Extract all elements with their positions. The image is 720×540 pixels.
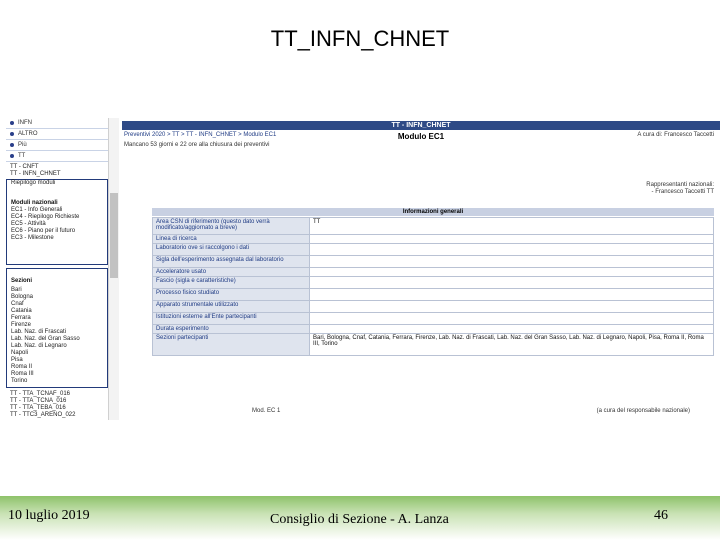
form-row: Laboratorio ove si raccolgono i dati [152,243,714,256]
footer-date: 10 luglio 2019 [8,508,90,523]
modulo-link[interactable]: EC1 - Info Generali [7,207,107,214]
field-label: Linea di ricerca [152,234,310,244]
sezione-link[interactable]: Roma II [7,364,107,371]
field-value[interactable] [309,288,714,301]
sezione-link[interactable]: Bologna [7,294,107,301]
modulo-link[interactable]: EC4 - Riepilogo Richieste [7,214,107,221]
form-row: Sezioni partecipanti Bari, Bologna, Cnaf,… [152,333,714,356]
module-footer-left: Mod. EC 1 [252,408,281,414]
field-label: Laboratorio ove si raccolgono i dati [152,243,310,256]
field-label: Apparato strumentale utilizzato [152,300,310,313]
sezione-link[interactable]: Cnaf [7,301,107,308]
modulo-link[interactable]: EC5 - Attività [7,221,107,228]
page-number: 46 [654,508,668,523]
sezione-link[interactable]: Lab. Naz. di Legnaro [7,343,107,350]
sezione-link[interactable]: Bari [7,287,107,294]
scroll-thumb[interactable] [110,193,118,278]
tree-item[interactable]: TT - CNFT [6,164,108,171]
field-label: Fascio (sigla e caratteristiche) [152,276,310,289]
rappresentanti-name: - Francesco Taccetti TT [651,189,714,195]
sezione-link[interactable]: Napoli [7,350,107,357]
acura-label: A cura di: Francesco Taccetti [637,132,714,138]
field-label: Sigla dell'esperimento assegnata dal lab… [152,255,310,268]
form-row: Area CSN di riferimento (questo dato ver… [152,217,714,235]
sezioni-title: Sezioni [11,278,33,284]
field-value[interactable] [309,300,714,313]
nav-item-label: ALTRO [18,131,38,137]
bullet-icon [10,121,14,125]
footer-center: Consiglio di Sezione - A. Lanza [270,512,449,527]
riepilogo-link[interactable]: Riepilogo moduli [7,180,107,187]
sezione-link[interactable]: Roma III [7,371,107,378]
nav-item[interactable]: TT [6,151,108,162]
field-value[interactable] [309,255,714,268]
rappresentanti: Rappresentanti nazionali: - Francesco Ta… [646,182,714,196]
field-label: Sezioni partecipanti [152,333,310,356]
form-row: Processo fisico studiato [152,288,714,301]
field-label: Processo fisico studiato [152,288,310,301]
field-value[interactable]: Bari, Bologna, Cnaf, Catania, Ferrara, F… [309,333,714,356]
tt-item[interactable]: TT - TTA_TEBA_016 [6,405,108,412]
top-bar: TT - INFN_CHNET [122,121,720,130]
sezione-link[interactable]: Ferrara [7,315,107,322]
screenshot-panel: INFN ALTRO Più TT TT - CNFT TT - INFN_CHNET… [6,118,720,420]
rappresentanti-title: Rappresentanti nazionali: [646,182,714,188]
field-value[interactable] [309,234,714,244]
field-label: Area CSN di riferimento (questo dato ver… [152,217,310,235]
modulo-link[interactable]: EC6 - Piano per il futuro [7,228,107,235]
modulo-link[interactable]: EC3 - Milestone [7,235,107,242]
sezione-link[interactable]: Catania [7,308,107,315]
sezione-link[interactable]: Pisa [7,357,107,364]
form-row: Fascio (sigla e caratteristiche) [152,276,714,289]
nav-item-label: Più [18,142,27,148]
field-label: Istituzioni esterne all'Ente partecipant… [152,312,310,325]
moduli-title: Moduli nazionali [11,200,58,206]
tt-item[interactable]: TT - TTC3_ARENO_022 [6,412,108,419]
field-value[interactable] [309,324,714,334]
tt-item[interactable]: TT - TTA_TCNAF_016 [6,391,108,398]
slide-footer: 10 luglio 2019 Consiglio di Sezione - A.… [0,496,720,540]
field-label: Durata esperimento [152,324,310,334]
sidebar-scrollbar[interactable] [109,118,119,420]
nav-item-label: INFN [18,120,32,126]
field-value[interactable] [309,267,714,277]
moduli-box: Riepilogo moduli Moduli nazionali EC1 - … [6,179,108,265]
nav-item[interactable]: ALTRO [6,129,108,140]
bullet-icon [10,132,14,136]
info-header: Informazioni generali [152,208,714,216]
sezione-link[interactable]: Lab. Naz. di Frascati [7,329,107,336]
sidebar: INFN ALTRO Più TT TT - CNFT TT - INFN_CHNET… [6,118,109,420]
field-value[interactable] [309,276,714,289]
form-row: Acceleratore usato [152,267,714,277]
nav-item[interactable]: INFN [6,118,108,129]
breadcrumb[interactable]: Preventivi 2020 > TT > TT - INFN_CHNET >… [124,132,276,138]
tt-item[interactable]: TT - TTA_TCNA_016 [6,398,108,405]
form-row: Durata esperimento [152,324,714,334]
info-form: Area CSN di riferimento (questo dato ver… [152,217,714,356]
sezioni-box: Sezioni Bari Bologna Cnaf Catania Ferrara Fir… [6,268,108,388]
nav-item[interactable]: Più [6,140,108,151]
bullet-icon [10,154,14,158]
sezione-link[interactable]: Torino [7,378,107,385]
field-label: Acceleratore usato [152,267,310,277]
bullet-icon [10,143,14,147]
sezione-link[interactable]: Lab. Naz. del Gran Sasso [7,336,107,343]
field-value[interactable] [309,243,714,256]
nav-item-label: TT [18,153,26,159]
form-row: Istituzioni esterne all'Ente partecipant… [152,312,714,325]
tree-item[interactable]: TT - INFN_CHNET [6,171,108,178]
field-value[interactable] [309,312,714,325]
slide-title: TT_INFN_CHNET [270,26,450,51]
form-row: Apparato strumentale utilizzato [152,300,714,313]
form-row: Sigla dell'esperimento assegnata dal lab… [152,255,714,268]
module-footer-right: (a cura del responsabile nazionale) [596,408,690,414]
form-row: Linea di ricerca [152,234,714,244]
sezione-link[interactable]: Firenze [7,322,107,329]
deadline-text: Mancano 53 giorni e 22 ore alla chiusura… [124,142,270,148]
main-content: TT - INFN_CHNET Modulo EC1 Preventivi 20… [122,118,720,420]
field-value[interactable]: TT [309,217,714,235]
